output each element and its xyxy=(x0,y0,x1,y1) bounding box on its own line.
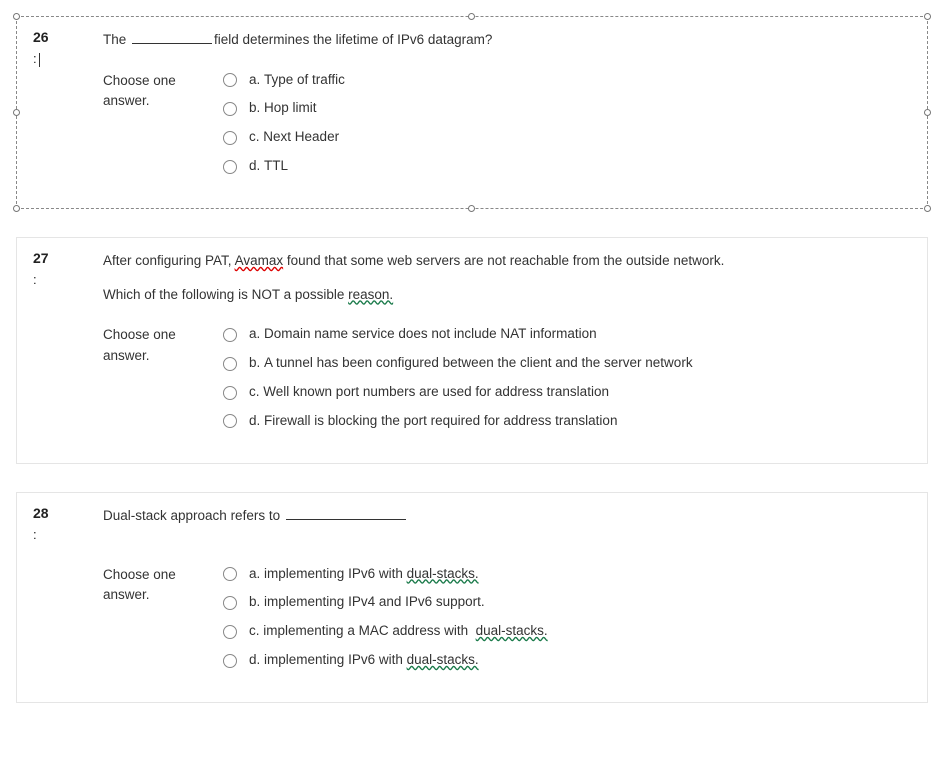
selection-handle[interactable] xyxy=(924,109,931,116)
option-d[interactable]: d. Firewall is blocking the port require… xyxy=(223,412,911,431)
selection-handle[interactable] xyxy=(13,13,20,20)
question-28: 28 : Dual-stack approach refers to Choos… xyxy=(16,492,928,703)
option-letter: b. xyxy=(249,99,260,118)
radio-option-a[interactable] xyxy=(223,328,237,342)
selection-handle[interactable] xyxy=(13,109,20,116)
option-a[interactable]: a. Type of traffic xyxy=(223,71,911,90)
option-text: Type of traffic xyxy=(264,71,345,90)
option-text: Well known port numbers are used for add… xyxy=(263,383,609,402)
option-letter: c. xyxy=(249,128,260,147)
option-text: A tunnel has been configured between the… xyxy=(264,354,693,373)
selection-handle[interactable] xyxy=(468,205,475,212)
option-letter: a. xyxy=(249,325,260,344)
blank-field xyxy=(286,519,406,520)
option-c[interactable]: c. Well known port numbers are used for … xyxy=(223,383,911,402)
choose-one-label: Choose one answer. xyxy=(103,565,223,606)
option-letter: d. xyxy=(249,412,260,431)
option-letter: a. xyxy=(249,565,260,584)
option-text: implementing a MAC address with dual-sta… xyxy=(263,622,547,641)
radio-option-b[interactable] xyxy=(223,102,237,116)
option-text: Firewall is blocking the port required f… xyxy=(264,412,617,431)
choose-one-label: Choose one answer. xyxy=(103,325,223,366)
radio-option-a[interactable] xyxy=(223,73,237,87)
option-d[interactable]: d. TTL xyxy=(223,157,911,176)
option-letter: d. xyxy=(249,157,260,176)
question-27: 27 : After configuring PAT, Avamax found… xyxy=(16,237,928,464)
radio-option-c[interactable] xyxy=(223,131,237,145)
option-letter: d. xyxy=(249,651,260,670)
selection-handle[interactable] xyxy=(924,205,931,212)
radio-option-d[interactable] xyxy=(223,654,237,668)
option-text: Hop limit xyxy=(264,99,317,118)
question-text: The field determines the lifetime of IPv… xyxy=(103,29,911,51)
radio-option-a[interactable] xyxy=(223,567,237,581)
question-number: 28 : xyxy=(33,505,103,542)
option-text: Domain name service does not include NAT… xyxy=(264,325,597,344)
question-text: After configuring PAT, Avamax found that… xyxy=(103,250,911,305)
question-number: 26 : xyxy=(33,29,103,67)
question-number: 27 : xyxy=(33,250,103,287)
radio-option-d[interactable] xyxy=(223,414,237,428)
radio-option-b[interactable] xyxy=(223,357,237,371)
choose-one-label: Choose one answer. xyxy=(103,71,223,112)
grammar-mark: reason. xyxy=(348,287,393,302)
options-list: a. implementing IPv6 with dual-stacks. b… xyxy=(223,565,911,681)
options-list: a. Domain name service does not include … xyxy=(223,325,911,441)
option-b[interactable]: b. Hop limit xyxy=(223,99,911,118)
radio-option-b[interactable] xyxy=(223,596,237,610)
option-text: implementing IPv6 with dual-stacks. xyxy=(264,651,479,670)
option-text: implementing IPv6 with dual-stacks. xyxy=(264,565,479,584)
option-b[interactable]: b. implementing IPv4 and IPv6 support. xyxy=(223,593,911,612)
options-list: a. Type of traffic b. Hop limit c. Next … xyxy=(223,71,911,187)
option-b[interactable]: b. A tunnel has been configured between … xyxy=(223,354,911,373)
option-letter: b. xyxy=(249,354,260,373)
radio-option-d[interactable] xyxy=(223,160,237,174)
option-a[interactable]: a. implementing IPv6 with dual-stacks. xyxy=(223,565,911,584)
selection-handle[interactable] xyxy=(13,205,20,212)
option-letter: b. xyxy=(249,593,260,612)
option-text: TTL xyxy=(264,157,288,176)
option-a[interactable]: a. Domain name service does not include … xyxy=(223,325,911,344)
option-c[interactable]: c. Next Header xyxy=(223,128,911,147)
selection-handle[interactable] xyxy=(468,13,475,20)
option-text: Next Header xyxy=(263,128,339,147)
blank-field xyxy=(132,43,212,44)
text-cursor xyxy=(39,53,40,67)
option-letter: a. xyxy=(249,71,260,90)
radio-option-c[interactable] xyxy=(223,625,237,639)
selection-handle[interactable] xyxy=(924,13,931,20)
radio-option-c[interactable] xyxy=(223,386,237,400)
option-letter: c. xyxy=(249,383,260,402)
question-text: Dual-stack approach refers to xyxy=(103,505,911,527)
spellcheck-error: Avamax xyxy=(235,253,284,268)
question-26: 26 : The field determines the lifetime o… xyxy=(16,16,928,209)
option-letter: c. xyxy=(249,622,260,641)
option-text: implementing IPv4 and IPv6 support. xyxy=(264,593,485,612)
option-d[interactable]: d. implementing IPv6 with dual-stacks. xyxy=(223,651,911,670)
option-c[interactable]: c. implementing a MAC address with dual-… xyxy=(223,622,911,641)
